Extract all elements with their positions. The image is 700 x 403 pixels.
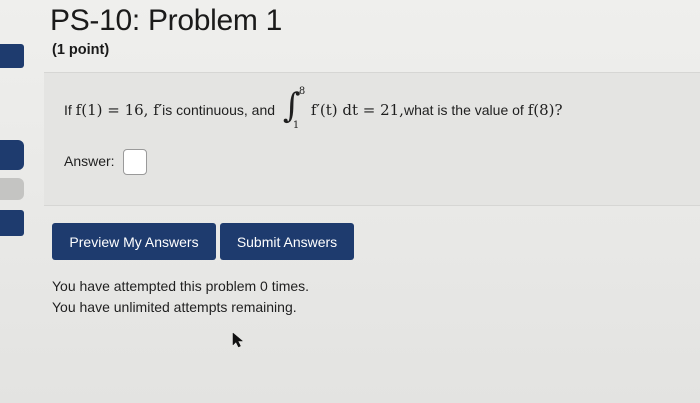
mouse-cursor-icon [232, 332, 244, 353]
integral-upper-limit: 8 [298, 86, 306, 97]
answer-input[interactable] [123, 149, 147, 175]
attempts-line: You have attempted this problem 0 times. [52, 278, 310, 294]
question-suffix: what is the value of [403, 102, 524, 118]
preview-answers-button[interactable]: Preview My Answers [52, 223, 216, 260]
integral-lower-limit: 1 [292, 120, 300, 131]
problem-points: (1 point) [52, 42, 110, 58]
question-target: f(8)? [527, 101, 563, 119]
question-text: If f(1) = 16, f′ is continuous, and ∫ 8 … [64, 86, 563, 131]
integral-symbol: ∫ 8 1 [282, 86, 306, 131]
remaining-line: You have unlimited attempts remaining. [52, 299, 297, 315]
answer-label: Answer: [64, 153, 115, 169]
question-condition: f(1) = 16, f′ [75, 101, 163, 119]
question-mid: is continuous, and [162, 102, 276, 118]
problem-title: PS-10: Problem 1 [50, 4, 282, 37]
sidebar-tab-3[interactable] [0, 178, 24, 200]
question-prefix: If [64, 102, 72, 118]
attempts-status: You have attempted this problem 0 times.… [52, 276, 309, 318]
page: PS-10: Problem 1 (1 point) If f(1) = 16,… [0, 0, 700, 403]
submit-answers-button[interactable]: Submit Answers [220, 223, 354, 260]
sidebar-tab-2[interactable] [0, 140, 24, 170]
integrand: f′(t) dt = 21, [310, 101, 404, 119]
sidebar-tab-4[interactable] [0, 210, 24, 236]
sidebar-tab-1[interactable] [0, 44, 24, 68]
